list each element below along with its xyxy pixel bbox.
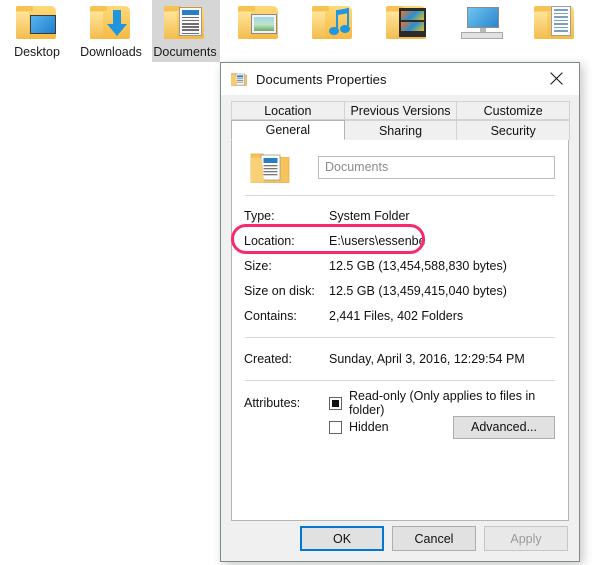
folder-documents-icon xyxy=(231,71,247,87)
cancel-button[interactable]: Cancel xyxy=(392,526,476,551)
tab-sharing[interactable]: Sharing xyxy=(343,120,458,140)
readonly-checkbox[interactable] xyxy=(329,396,342,410)
advanced-button[interactable]: Advanced... xyxy=(453,415,555,439)
dialog-title: Documents Properties xyxy=(256,71,387,87)
desktop-icon-desktop[interactable]: Desktop xyxy=(0,0,74,72)
attribute-hidden-row: Hidden Advanced... xyxy=(244,415,556,439)
ok-button[interactable]: OK xyxy=(300,526,384,551)
tab-previous-versions[interactable]: Previous Versions xyxy=(343,101,458,120)
property-contains: Contains: 2,441 Files, 402 Folders xyxy=(244,303,556,328)
close-icon[interactable] xyxy=(534,63,579,94)
tab-customize[interactable]: Customize xyxy=(456,101,571,120)
folder-desktop-icon xyxy=(13,0,61,44)
property-value: 2,441 Files, 402 Folders xyxy=(329,308,464,323)
folder-videos-icon xyxy=(383,0,431,44)
dialog-button-bar: OK Cancel Apply xyxy=(221,516,579,561)
properties-list: Type: System Folder Location: E:\users\e… xyxy=(244,196,556,328)
tab-security[interactable]: Security xyxy=(456,120,571,140)
property-location: Location: E:\users\essenbe xyxy=(244,228,556,253)
property-value: 12.5 GB (13,459,415,040 bytes) xyxy=(329,283,507,298)
folder-pictures-icon xyxy=(235,0,283,44)
folder-downloads-icon xyxy=(87,0,135,44)
hidden-checkbox[interactable] xyxy=(329,420,342,434)
readonly-label: Read-only (Only applies to files in fold… xyxy=(349,389,536,417)
property-size-on-disk: Size on disk: 12.5 GB (13,459,415,040 by… xyxy=(244,278,556,303)
tab-general[interactable]: General xyxy=(231,120,345,140)
property-created: Created: Sunday, April 3, 2016, 12:29:54… xyxy=(244,346,556,371)
folder-documents-icon xyxy=(250,149,290,185)
tab-location[interactable]: Location xyxy=(231,101,345,120)
attributes-section: Attributes: Read-only (Only applies to f… xyxy=(244,381,556,439)
property-value: System Folder xyxy=(329,208,410,223)
desktop-icon-label: Desktop xyxy=(14,45,60,59)
general-tab-panel: Documents Type: System Folder Location: … xyxy=(231,140,569,521)
property-key: Type: xyxy=(244,208,275,223)
tabstrip-row-bottom: General Sharing Security xyxy=(231,120,571,140)
tabstrip-row-top: Location Previous Versions Customize xyxy=(231,101,571,120)
attributes-label: Attributes: xyxy=(244,396,301,410)
folder-name-field[interactable]: Documents xyxy=(318,155,555,179)
property-key: Size: xyxy=(244,258,272,273)
property-key: Created: xyxy=(244,351,292,366)
property-key: Size on disk: xyxy=(244,283,315,298)
dialog-titlebar[interactable]: Documents Properties xyxy=(221,63,579,95)
folder-documents-2-icon xyxy=(531,0,579,44)
property-value: E:\users\essenbe xyxy=(329,233,426,248)
hidden-label: Hidden xyxy=(349,420,389,434)
documents-properties-dialog: Documents Properties Location Previous V… xyxy=(220,62,580,562)
property-type: Type: System Folder xyxy=(244,203,556,228)
folder-name-row: Documents xyxy=(244,140,556,189)
property-value: Sunday, April 3, 2016, 12:29:54 PM xyxy=(329,351,525,366)
desktop-icon-label: Documents xyxy=(153,45,217,59)
folder-documents-icon xyxy=(161,0,209,44)
desktop-icon-label: Downloads xyxy=(80,45,142,59)
property-size: Size: 12.5 GB (13,454,588,830 bytes) xyxy=(244,253,556,278)
created-section: Created: Sunday, April 3, 2016, 12:29:54… xyxy=(244,338,556,374)
this-pc-icon xyxy=(457,0,505,44)
property-key: Contains: xyxy=(244,308,297,323)
property-key: Location: xyxy=(244,233,295,248)
folder-music-icon xyxy=(309,0,357,44)
apply-button: Apply xyxy=(484,526,568,551)
property-value: 12.5 GB (13,454,588,830 bytes) xyxy=(329,258,507,273)
desktop-icon-downloads[interactable]: Downloads xyxy=(74,0,148,72)
attribute-readonly-row: Attributes: Read-only (Only applies to f… xyxy=(244,389,556,417)
dialog-tabstrip: Location Previous Versions Customize Gen… xyxy=(221,95,579,140)
desktop-icon-documents[interactable]: Documents xyxy=(148,0,222,72)
